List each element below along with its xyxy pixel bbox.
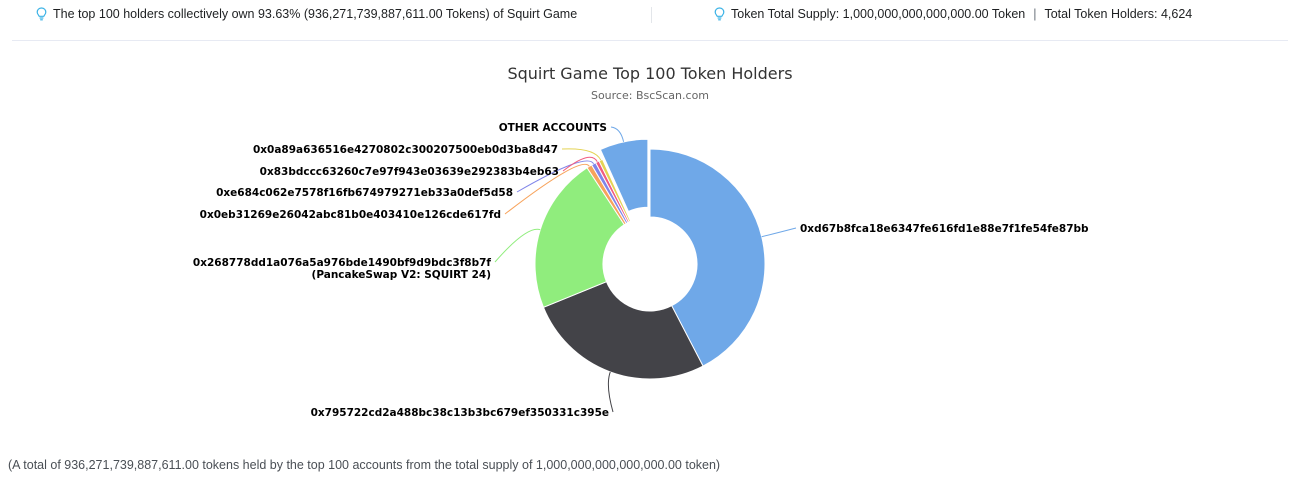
footer-note: (A total of 936,271,739,887,611.00 token… (8, 458, 721, 472)
label-connector (761, 227, 797, 238)
lightbulb-icon (714, 7, 725, 21)
slice-label: 0xe684c062e7578f16fb674979271eb33a0def5d… (216, 187, 513, 199)
holders-chart: Squirt Game Top 100 Token Holders Source… (0, 44, 1300, 439)
slice-label: 0x83bdccc63260c7e97f943e03639e292383b4eb… (260, 166, 559, 178)
chart-subtitle: Source: BscScan.com (591, 89, 709, 102)
label-connector (610, 126, 625, 142)
slice-label: 0x268778dd1a076a5a976bde1490bf9d9bdc3f8b… (193, 257, 491, 269)
total-holders-text: Total Token Holders: 4,624 (1044, 7, 1193, 21)
slice-label-sub: (PancakeSwap V2: SQUIRT 24) (312, 269, 491, 281)
donut-chart-svg: Squirt Game Top 100 Token Holders Source… (193, 64, 1089, 419)
slice-label: 0xd67b8fca18e6347fe616fd1e88e7f1fe54fe87… (800, 223, 1089, 235)
lightbulb-icon (36, 7, 47, 21)
chart-title: Squirt Game Top 100 Token Holders (507, 64, 792, 83)
label-connector (607, 371, 614, 413)
top-info-bar: The top 100 holders collectively own 93.… (0, 0, 1300, 36)
separator: | (1033, 7, 1037, 21)
slice-label: 0x0a89a636516e4270802c300207500eb0d3ba8d… (253, 144, 558, 156)
top-holders-text: The top 100 holders collectively own 93.… (53, 7, 578, 21)
header-rule (12, 40, 1288, 41)
chart-slices (534, 138, 766, 380)
divider (651, 7, 652, 23)
top-holders-info: The top 100 holders collectively own 93.… (36, 7, 577, 21)
supply-info: Token Total Supply: 1,000,000,000,000,00… (714, 7, 1192, 21)
slice-label: OTHER ACCOUNTS (499, 122, 607, 134)
slice-label: 0x0eb31269e26042abc81b0e403410e126cde617… (200, 209, 501, 221)
label-connector (494, 228, 541, 263)
total-supply-text: Token Total Supply: 1,000,000,000,000,00… (731, 7, 1026, 21)
slice-label: 0x795722cd2a488bc38c13b3bc679ef350331c39… (311, 407, 609, 419)
